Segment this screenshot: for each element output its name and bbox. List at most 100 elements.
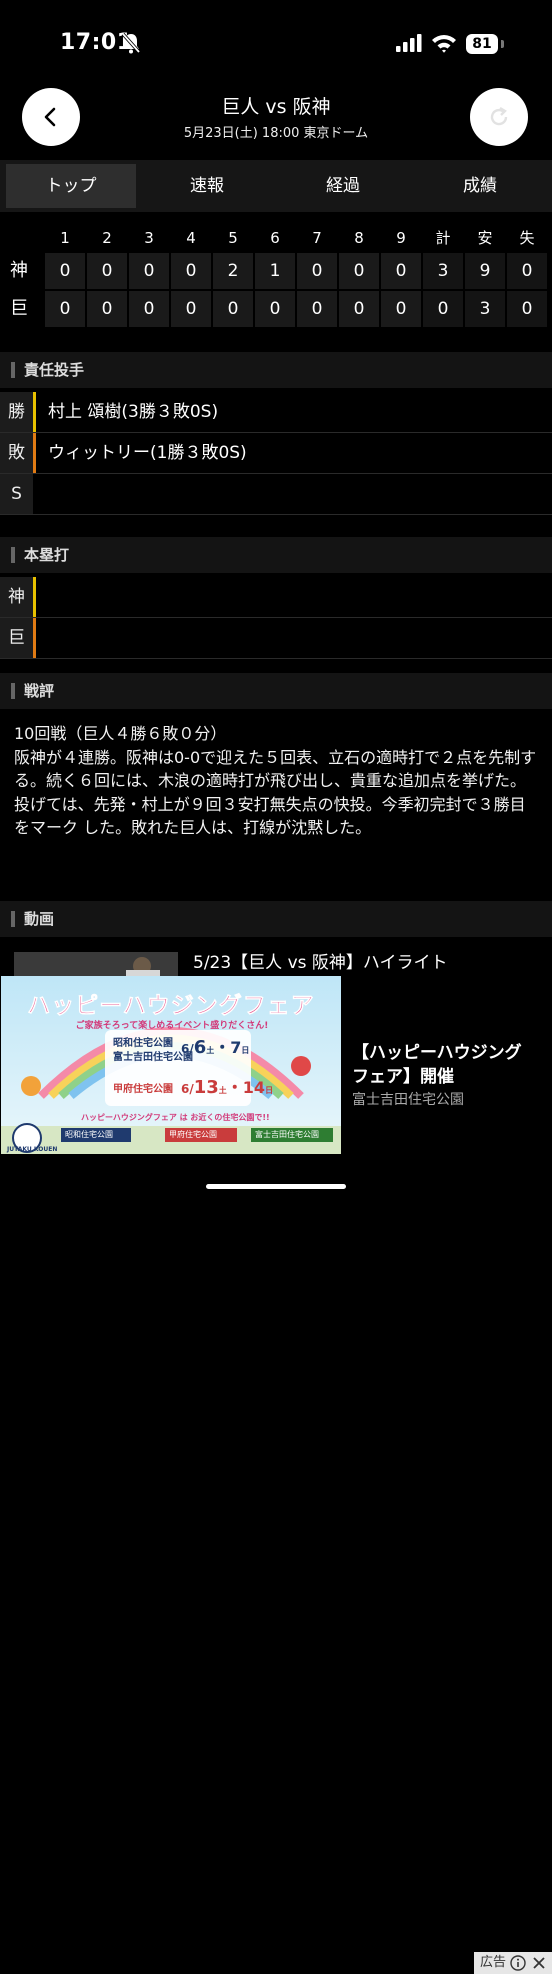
pitcher-row-win[interactable]: 勝 村上 頌樹(3勝３敗0S)	[0, 392, 552, 433]
refresh-button[interactable]	[470, 88, 528, 146]
inning-header: 1	[60, 229, 70, 247]
ad-date-part: 土	[218, 1086, 227, 1095]
section-header-video: 動画	[0, 901, 552, 937]
ad-date-part: 13	[193, 1077, 219, 1098]
bottom-safe-area	[0, 1156, 552, 1200]
section-title: 責任投手	[24, 361, 85, 379]
team-label: 巨	[10, 298, 28, 319]
score-cell: 0	[381, 291, 421, 327]
video-item[interactable]: 5/23【巨人 vs 阪神】ハイライト	[0, 950, 552, 978]
ad-venue-chip: 甲府住宅公園	[169, 1130, 217, 1139]
review-series-line: 10回戦（巨人４勝６敗０分）	[14, 724, 227, 743]
ad-date-part: ・7	[214, 1038, 242, 1057]
score-cell: 0	[87, 291, 127, 327]
section-header-pitchers: 責任投手	[0, 352, 552, 388]
close-icon[interactable]	[532, 1956, 546, 1970]
score-cell: 0	[171, 253, 211, 289]
video-title: 5/23【巨人 vs 阪神】ハイライト	[193, 953, 448, 973]
ad-venue-chip: 昭和住宅公園	[65, 1130, 113, 1139]
inning-header: 2	[102, 229, 112, 247]
ad-date-1: 6/6土・7日	[181, 1034, 249, 1058]
pitcher-row-loss[interactable]: 敗 ウィットリー(1勝３敗0S)	[0, 433, 552, 474]
ad-banner-subtitle: ご家族そろって楽しめるイベント盛りだくさん!	[75, 1021, 269, 1031]
pitcher-name: 村上 頌樹(3勝３敗0S)	[48, 402, 219, 422]
ad-banner-footer: ハッピーハウジングフェア は お近くの住宅公園で!!	[81, 1113, 270, 1122]
score-cell: 0	[297, 291, 337, 327]
refresh-icon	[490, 106, 508, 126]
ad-badge[interactable]: 広告	[474, 1952, 552, 1974]
ad-date-part: 日	[265, 1086, 274, 1095]
inning-header: 9	[396, 229, 406, 247]
score-cell: 0	[171, 291, 211, 327]
score-cell: 0	[129, 291, 169, 327]
video-thumbnail-image	[14, 952, 178, 978]
status-bar: 17:01 81	[0, 0, 552, 88]
home-indicator[interactable]	[206, 1184, 346, 1189]
hits-cell: 3	[465, 291, 505, 327]
tab-live[interactable]: 速報	[142, 164, 272, 208]
tab-stats[interactable]: 成績	[414, 164, 546, 208]
team-label: 神	[0, 577, 33, 617]
cellular-signal-icon	[396, 34, 422, 52]
match-subtitle: 5月23日(土) 18:00 東京ドーム	[183, 126, 369, 141]
scoreboard-row-kyojin: 巨 0 0 0 0 0 0 0 0 0 0 3 0	[0, 291, 552, 327]
score-cell: 0	[339, 291, 379, 327]
score-cell: 0	[297, 253, 337, 289]
team-color-stripe	[33, 433, 36, 473]
video-thumbnail[interactable]	[14, 952, 178, 978]
score-cell: 0	[339, 253, 379, 289]
team-color-stripe	[33, 618, 36, 658]
section-marker	[11, 911, 15, 927]
errors-header: 失	[519, 229, 535, 247]
team-label: 神	[10, 260, 28, 281]
team-color-stripe	[33, 577, 36, 617]
tab-top[interactable]: トップ	[6, 164, 136, 208]
ad-date-2: 6/13土・14日	[181, 1074, 273, 1098]
score-cell: 0	[255, 291, 295, 327]
tab-progress[interactable]: 経過	[278, 164, 408, 208]
hits-header: 安	[477, 229, 493, 247]
game-review: 10回戦（巨人４勝６敗０分） 阪神が４連勝。阪神は0-0で迎えた５回表、立石の適…	[14, 722, 538, 840]
score-cell: 0	[213, 291, 253, 327]
ad-title[interactable]: 【ハッピーハウジング フェア】開催	[352, 1041, 532, 1089]
wifi-icon	[432, 35, 456, 53]
ad-venue: 昭和住宅公園	[113, 1038, 173, 1049]
ad-date-part: 6	[193, 1037, 207, 1058]
hits-cell: 9	[465, 253, 505, 289]
homerun-row-kyojin: 巨	[0, 618, 552, 659]
pitcher-name: ウィットリー(1勝３敗0S)	[48, 443, 247, 463]
homerun-row-hanshin: 神	[0, 577, 552, 618]
scoreboard: 1 2 3 4 5 6 7 8 9 計 安 失 神 0 0 0 0 2 1 0 …	[0, 220, 552, 328]
pitcher-row-save: S	[0, 474, 552, 515]
score-cell: 0	[381, 253, 421, 289]
total-runs-cell: 0	[423, 291, 463, 327]
ad-banner-logo: JUTAKU KOUEN	[7, 1146, 58, 1153]
ad-badge-label: 広告	[480, 1955, 507, 1970]
team-color-stripe	[33, 392, 36, 432]
score-cell: 0	[45, 253, 85, 289]
pitcher-label: 勝	[0, 392, 33, 432]
inning-header: 4	[186, 229, 196, 247]
ad-venue-chip: 富士吉田住宅公園	[255, 1130, 319, 1139]
score-cell: 0	[45, 291, 85, 327]
score-cell: 0	[129, 253, 169, 289]
section-marker	[11, 362, 15, 378]
inning-header: 7	[312, 229, 322, 247]
pitcher-label: 敗	[0, 433, 33, 473]
inning-header: 3	[144, 229, 154, 247]
inning-header: 8	[354, 229, 364, 247]
ad-banner-title: ハッピーハウジングフェア	[27, 993, 315, 1020]
total-runs-cell: 3	[423, 253, 463, 289]
battery-level: 81	[466, 34, 498, 54]
errors-cell: 0	[507, 253, 547, 289]
section-title: 動画	[24, 910, 55, 928]
review-body: 阪神が４連勝。阪神は0-0で迎えた５回表、立石の適時打で２点を先制する。続く６回…	[14, 747, 537, 838]
inning-header: 6	[270, 229, 280, 247]
match-header: 巨人 vs 阪神 5月23日(土) 18:00 東京ドーム	[0, 88, 552, 160]
info-icon	[510, 1955, 526, 1971]
section-marker	[11, 547, 15, 563]
section-header-homeruns: 本塁打	[0, 537, 552, 573]
scoreboard-header-row: 1 2 3 4 5 6 7 8 9 計 安 失	[0, 220, 552, 256]
ad-banner-image[interactable]: ハッピーハウジングフェア ご家族そろって楽しめるイベント盛りだくさん! 昭和住宅…	[1, 976, 341, 1154]
errors-cell: 0	[507, 291, 547, 327]
